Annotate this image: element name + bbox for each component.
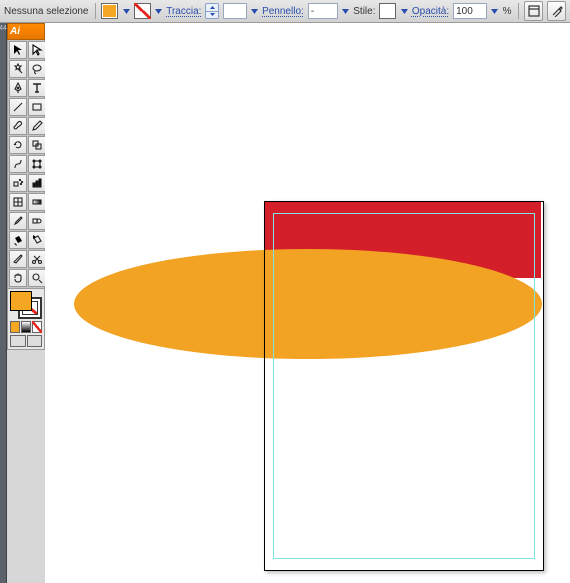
tool-grid	[7, 40, 45, 289]
type-tool[interactable]	[28, 79, 46, 97]
magic-wand-tool[interactable]	[9, 60, 27, 78]
paintbrush-tool[interactable]	[9, 117, 27, 135]
style-dropdown[interactable]	[400, 4, 407, 18]
document-canvas[interactable]	[45, 23, 570, 583]
color-chooser	[7, 289, 45, 350]
column-graph-tool[interactable]	[28, 174, 46, 192]
stroke-weight-stepper[interactable]	[205, 3, 218, 19]
rectangle-tool[interactable]	[28, 98, 46, 116]
tools-panel-title: Ai	[10, 26, 20, 37]
selection-status-label: Nessuna selezione	[4, 6, 89, 17]
symbol-sprayer-tool[interactable]	[9, 174, 27, 192]
style-label: Stile:	[353, 6, 375, 17]
brush-dropdown[interactable]	[342, 4, 349, 18]
selection-tool[interactable]	[9, 41, 27, 59]
slice-tool[interactable]	[9, 250, 27, 268]
screen-mode-normal[interactable]	[10, 335, 26, 347]
direct-selection-tool[interactable]	[28, 41, 46, 59]
color-mode-none[interactable]	[32, 321, 42, 333]
lasso-tool[interactable]	[28, 60, 46, 78]
stroke-swatch[interactable]	[134, 3, 151, 19]
gradient-tool[interactable]	[28, 193, 46, 211]
opacity-label[interactable]: Opacità:	[412, 6, 449, 17]
line-tool[interactable]	[9, 98, 27, 116]
pen-tool[interactable]	[9, 79, 27, 97]
preferences-button[interactable]	[547, 1, 566, 21]
zoom-tool[interactable]	[28, 269, 46, 287]
brush-label[interactable]: Pennello:	[262, 6, 304, 17]
color-mode-solid[interactable]	[10, 321, 20, 333]
hand-tool[interactable]	[9, 269, 27, 287]
fill-stroke-indicator[interactable]	[10, 291, 42, 319]
color-mode-gradient[interactable]	[21, 321, 31, 333]
screen-mode-full[interactable]	[27, 335, 43, 347]
panel-dock-gutter: 44	[0, 23, 7, 583]
fill-swatch[interactable]	[101, 3, 118, 19]
document-setup-button[interactable]	[524, 1, 543, 21]
stroke-label[interactable]: Traccia:	[166, 6, 201, 17]
live-paint-tool[interactable]	[9, 231, 27, 249]
control-bar: Nessuna selezione Traccia: Pennello: - S…	[0, 0, 570, 23]
opacity-text: 100	[456, 6, 473, 17]
separator	[95, 3, 96, 19]
tools-panel-header[interactable]: Ai	[7, 23, 45, 40]
tools-panel: Ai	[7, 23, 45, 583]
eyedropper-tool[interactable]	[9, 212, 27, 230]
free-transform-tool[interactable]	[28, 155, 46, 173]
style-swatch[interactable]	[379, 3, 396, 19]
live-paint-selection-tool[interactable]	[28, 231, 46, 249]
scale-tool[interactable]	[28, 136, 46, 154]
rotate-tool[interactable]	[9, 136, 27, 154]
fill-dropdown[interactable]	[122, 4, 129, 18]
mesh-tool[interactable]	[9, 193, 27, 211]
fill-indicator[interactable]	[10, 291, 32, 311]
brush-value[interactable]: -	[308, 3, 338, 19]
artboard[interactable]	[264, 201, 544, 571]
separator	[518, 3, 519, 19]
pencil-tool[interactable]	[28, 117, 46, 135]
stroke-weight-dropdown[interactable]	[251, 4, 258, 18]
brush-text: -	[311, 6, 314, 17]
opacity-value[interactable]: 100	[453, 3, 487, 19]
stroke-weight-value[interactable]	[223, 3, 247, 19]
opacity-dropdown[interactable]	[491, 4, 498, 18]
scissors-tool[interactable]	[28, 250, 46, 268]
stroke-dropdown[interactable]	[155, 4, 162, 18]
blend-tool[interactable]	[28, 212, 46, 230]
opacity-unit: %	[503, 6, 512, 17]
gutter-marker: 44	[0, 25, 7, 32]
warp-tool[interactable]	[9, 155, 27, 173]
